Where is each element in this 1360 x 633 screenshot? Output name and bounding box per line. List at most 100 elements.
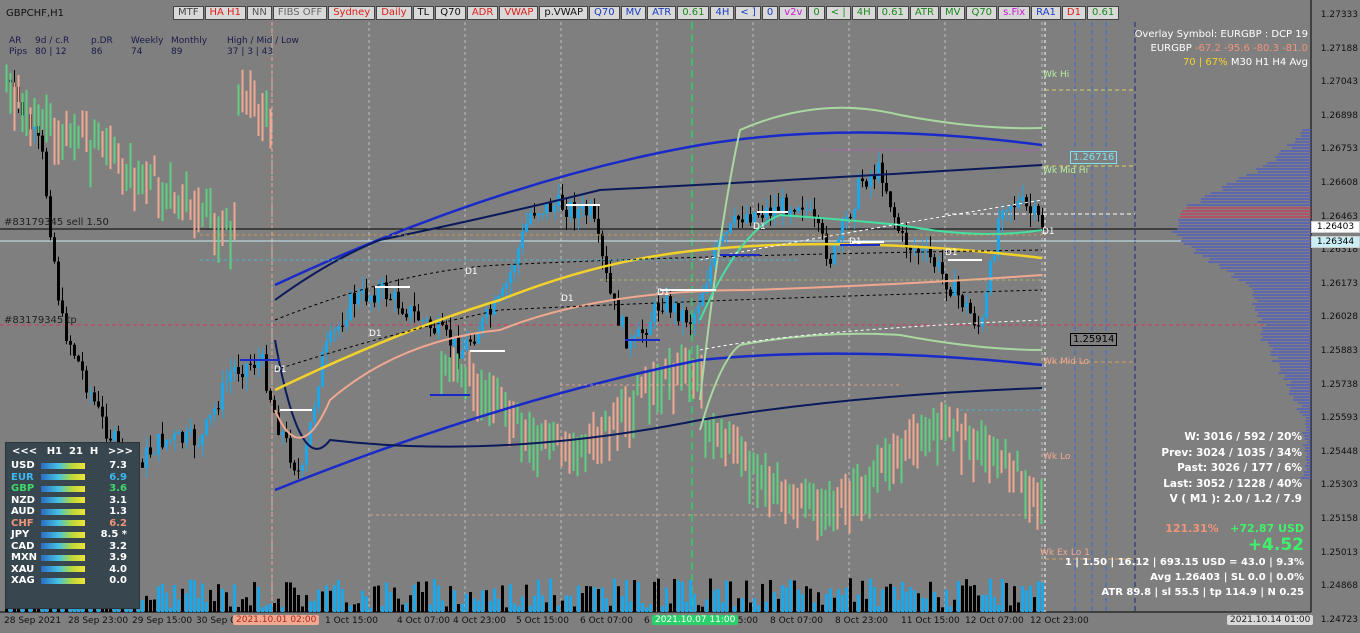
toolbar-button[interactable]: s.Fix: [998, 6, 1030, 20]
price-tick-label: 1.25738: [1314, 380, 1358, 390]
volume-bar: [761, 584, 764, 612]
volume-bar: [945, 590, 948, 612]
currency-row[interactable]: NZD 3.1: [6, 495, 139, 507]
currency-row[interactable]: XAU 4.0: [6, 564, 139, 576]
overlay-values-row: EURGBP -67.2 -95.6 -80.3 -81.0: [1135, 42, 1308, 56]
toolbar-button[interactable]: p.VWAP: [539, 6, 588, 20]
candle-body: [849, 217, 852, 218]
toolbar-button[interactable]: MV: [940, 6, 965, 20]
next-button[interactable]: >>>: [108, 446, 133, 457]
volume-bar: [693, 594, 696, 612]
candle-body: [345, 320, 348, 327]
toolbar-button[interactable]: NN: [247, 6, 272, 20]
toolbar-button[interactable]: ATR: [910, 6, 939, 20]
currency-row[interactable]: XAG 0.0: [6, 575, 139, 587]
volume-bar: [985, 595, 988, 612]
toolbar-button[interactable]: ADR: [467, 6, 499, 20]
candle-body: [761, 215, 764, 218]
candle-body: [781, 197, 784, 212]
candle-body: [53, 237, 56, 261]
currency-name: MXN: [11, 552, 41, 563]
level-box-high[interactable]: 1.26716: [1070, 151, 1117, 164]
toolbar-button[interactable]: v2v: [779, 6, 807, 20]
candle-body: [893, 207, 896, 217]
price-tick-label: 1.26608: [1314, 178, 1358, 188]
indicator-toolbar: MTF HA H1 NN FIBS OFF Sydney Daily TL Q70 ADR VWA…: [173, 6, 1120, 20]
level-box-low[interactable]: 1.25914: [1070, 333, 1117, 346]
volume-bar: [1009, 605, 1012, 612]
volume-bar: [385, 582, 388, 612]
toolbar-button[interactable]: < |: [826, 6, 851, 20]
toolbar-button[interactable]: RA1: [1031, 6, 1061, 20]
currency-row[interactable]: EUR 6.9: [6, 472, 139, 484]
toolbar-button[interactable]: 0: [762, 6, 778, 20]
pnl-pct: 121.31%: [1165, 522, 1218, 535]
toolbar-button[interactable]: 0.61: [877, 6, 909, 20]
currency-row[interactable]: AUD 1.3: [6, 506, 139, 518]
pnl-big: +4.52: [1065, 535, 1304, 555]
volume-bar: [389, 592, 392, 612]
volume-bar: [597, 589, 600, 612]
symbol-label: GBPCHF,H1: [6, 8, 64, 19]
volume-bar: [1037, 581, 1040, 612]
volume-bar: [601, 587, 604, 612]
volume-bar: [737, 598, 740, 612]
candle-body: [221, 383, 224, 410]
toolbar-button[interactable]: MV: [621, 6, 646, 20]
toolbar-button[interactable]: TL: [413, 6, 435, 20]
currency-row[interactable]: CAD 3.2: [6, 541, 139, 553]
sell-order-label[interactable]: #83179345 sell 1.50: [4, 217, 109, 228]
toolbar-button[interactable]: D1: [1062, 6, 1086, 20]
volume-bar: [637, 582, 640, 612]
volume-bar: [313, 601, 316, 612]
volume-bar: [797, 590, 800, 612]
toolbar-button[interactable]: 0.61: [1087, 6, 1119, 20]
prev-button[interactable]: <<<: [12, 446, 37, 457]
volume-bar: [425, 581, 428, 612]
toolbar-button[interactable]: Sydney: [328, 6, 375, 20]
candle-body: [269, 391, 272, 400]
candle-body: [69, 341, 72, 345]
time-marker-box: 2021.10.07 11:00: [652, 615, 738, 625]
volume-bar: [377, 586, 380, 612]
volume-bar: [513, 603, 516, 612]
candle-body: [553, 206, 556, 212]
toolbar-button[interactable]: Q70: [966, 6, 997, 20]
currency-row[interactable]: JPY 8.5 *: [6, 529, 139, 541]
volume-bar: [337, 580, 340, 612]
price-axis[interactable]: 1.27333 1.27188 1.27043 1.26898 1.26753 1.266…: [1312, 0, 1360, 633]
toolbar-button[interactable]: 4H: [852, 6, 876, 20]
toolbar-button[interactable]: < ]: [735, 6, 760, 20]
volume-bar: [677, 580, 680, 612]
panel-timeframe[interactable]: H1 21 H: [47, 446, 99, 457]
volume-bar: [653, 582, 656, 612]
volume-bar: [305, 595, 308, 612]
toolbar-button[interactable]: VWAP: [499, 6, 538, 20]
volume-bar: [209, 590, 212, 612]
candle-body: [869, 176, 872, 187]
toolbar-button[interactable]: Q70: [435, 6, 466, 20]
candle-body: [697, 306, 700, 313]
candle-body: [661, 311, 664, 312]
volume-bar: [497, 599, 500, 612]
volume-bar: [585, 586, 588, 612]
toolbar-button[interactable]: 0: [808, 6, 824, 20]
volume-bar: [445, 606, 448, 612]
toolbar-button[interactable]: 4H: [710, 6, 734, 20]
volume-bar: [201, 584, 204, 612]
toolbar-button[interactable]: 0.61: [677, 6, 709, 20]
toolbar-button[interactable]: Daily: [376, 6, 411, 20]
toolbar-button[interactable]: FIBS OFF: [273, 6, 327, 20]
toolbar-button[interactable]: ATR: [647, 6, 676, 20]
tp-order-label[interactable]: #83179345 tp: [4, 315, 77, 326]
chart-window[interactable]: GBPCHF,H1 MTF HA H1 NN FIBS OFF Sydney Daily T…: [0, 0, 1360, 633]
currency-row[interactable]: GBP 3.6: [6, 483, 139, 495]
candle-body: [1009, 206, 1012, 210]
toolbar-button[interactable]: MTF: [173, 6, 204, 20]
currency-row[interactable]: USD 7.3: [6, 460, 139, 472]
toolbar-button[interactable]: Q70: [589, 6, 620, 20]
currency-row[interactable]: MXN 3.9: [6, 552, 139, 564]
toolbar-button[interactable]: HA H1: [205, 6, 246, 20]
currency-row[interactable]: CHF 6.2: [6, 518, 139, 530]
volume-bar: [929, 582, 932, 612]
